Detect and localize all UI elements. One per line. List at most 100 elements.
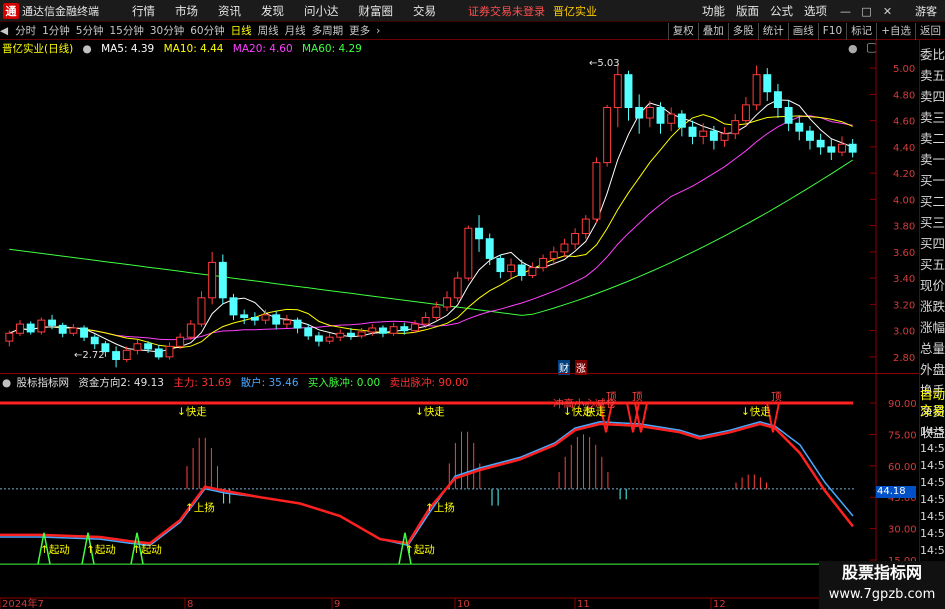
candle-body bbox=[496, 257, 505, 273]
side-item[interactable]: 委比 bbox=[920, 46, 945, 63]
side-item[interactable]: 卖二 bbox=[920, 130, 945, 147]
side-item[interactable]: 买三 bbox=[920, 214, 945, 231]
main-force-line bbox=[0, 422, 854, 545]
ma20-line bbox=[9, 115, 853, 341]
side-item[interactable]: 卖三 bbox=[920, 109, 945, 126]
price-axis-label: 3.40 bbox=[893, 274, 915, 285]
candle-body bbox=[613, 74, 622, 108]
candle-body bbox=[176, 336, 185, 347]
price-axis-label: 4.00 bbox=[893, 195, 915, 206]
price-axis-label: 3.00 bbox=[893, 327, 915, 338]
side-time: 14:56 bbox=[920, 442, 945, 455]
annotation-top: 顶 bbox=[632, 389, 643, 404]
price-axis-label: 4.20 bbox=[893, 169, 915, 180]
side-time: 14:56 bbox=[920, 544, 945, 557]
indicator-axis-label: 30.00 bbox=[888, 525, 917, 536]
candle-body bbox=[261, 314, 270, 321]
indicator-axis-label: 60.00 bbox=[888, 462, 917, 473]
candle-body bbox=[699, 130, 708, 137]
candle-body bbox=[453, 277, 462, 299]
candle-body bbox=[304, 327, 313, 337]
candle-body bbox=[165, 345, 174, 358]
side-item[interactable]: 卖四 bbox=[920, 88, 945, 105]
candle-body bbox=[325, 336, 334, 342]
candle-body bbox=[432, 306, 441, 318]
annotation-start: ↑起动 bbox=[86, 542, 116, 557]
candle-body bbox=[154, 348, 163, 358]
candle-body bbox=[560, 243, 569, 253]
price-axis-label: 5.00 bbox=[893, 64, 915, 75]
candle-body bbox=[48, 319, 57, 326]
side-item[interactable]: 买二 bbox=[920, 193, 945, 210]
date-axis-label: 8 bbox=[187, 599, 193, 609]
date-axis-label: 2024年7 bbox=[2, 597, 44, 609]
side-item[interactable]: 外盘 bbox=[920, 361, 945, 378]
side-item[interactable]: 买五 bbox=[920, 256, 945, 273]
candle-body bbox=[528, 267, 537, 276]
side-item[interactable]: 买四 bbox=[920, 235, 945, 252]
candle-body bbox=[357, 331, 366, 337]
watermark-url: www.7gpzb.com bbox=[828, 587, 936, 602]
side-item[interactable]: 现价 bbox=[920, 277, 945, 294]
side-item[interactable]: 涨幅 bbox=[920, 319, 945, 336]
candle-body bbox=[443, 297, 451, 308]
arrow-icon: ↑ bbox=[185, 502, 194, 514]
panel-divider bbox=[0, 373, 919, 374]
indicator-axis-label: 75.00 bbox=[888, 430, 917, 441]
side-item[interactable]: 卖五 bbox=[920, 67, 945, 84]
candle-body bbox=[741, 104, 750, 122]
candle-body bbox=[848, 143, 857, 153]
price-axis-label: 3.20 bbox=[893, 300, 915, 311]
side-item[interactable]: 自动 bbox=[920, 386, 945, 403]
candle-body bbox=[16, 323, 24, 334]
annotation-fast: ↓快走 bbox=[177, 404, 207, 419]
ma60-line bbox=[9, 159, 853, 316]
candle-body bbox=[571, 233, 580, 245]
candle-body bbox=[592, 162, 601, 220]
kline-chart[interactable]: 5.00 4.80 4.60 4.40 4.20 4.00 3.80 3.60 3.40 3.20… bbox=[0, 0, 945, 609]
date-axis-label: 11 bbox=[577, 599, 590, 609]
indicator-legend: ● 股标指标网 资金方向2: 49.13 主力: 31.69 散户: 35.46… bbox=[2, 375, 474, 390]
indicator-settings-icon[interactable]: ● bbox=[2, 377, 11, 389]
candle-body bbox=[144, 343, 153, 350]
annotation-fast: ↓快走 bbox=[415, 404, 445, 419]
annotation-text: 起动 bbox=[94, 544, 116, 556]
side-item[interactable]: 卖一 bbox=[920, 151, 945, 168]
side-item[interactable]: 涨跌 bbox=[920, 298, 945, 315]
annotation-text: 顶 bbox=[606, 391, 617, 403]
annotation-start: ↑起动 bbox=[405, 542, 435, 557]
candle-body bbox=[795, 122, 804, 132]
candle-body bbox=[240, 314, 249, 318]
side-time: 14:56 bbox=[920, 510, 945, 523]
annotation-top: 顶 bbox=[771, 389, 782, 404]
annotation-start: ↑起动 bbox=[40, 542, 70, 557]
annotation-text: 起动 bbox=[140, 544, 162, 556]
annotation-text: 上扬 bbox=[193, 502, 215, 514]
arrow-icon: ↑ bbox=[40, 544, 49, 556]
candle-body bbox=[282, 319, 291, 325]
candle-body bbox=[624, 74, 633, 108]
arrow-icon: ↑ bbox=[425, 502, 434, 514]
candle-body bbox=[122, 349, 131, 360]
side-item[interactable]: 总量 bbox=[920, 340, 945, 357]
side-item[interactable]: 交易 bbox=[920, 402, 945, 419]
candle-body bbox=[709, 130, 718, 141]
candle-body bbox=[688, 126, 697, 137]
candle-body bbox=[186, 323, 195, 338]
candle-body bbox=[37, 319, 46, 333]
annotation-start: ↑起动 bbox=[132, 542, 162, 557]
candle-body bbox=[635, 107, 644, 119]
side-item[interactable]: 买一 bbox=[920, 172, 945, 189]
candle-body bbox=[752, 74, 761, 106]
candle-body bbox=[421, 317, 430, 325]
price-axis-label: 2.80 bbox=[893, 353, 915, 364]
candle-body bbox=[485, 238, 494, 259]
legend-main-force: 主力: 31.69 bbox=[173, 377, 232, 389]
side-time: 14:56 bbox=[920, 476, 945, 489]
annotation-top: 顶 bbox=[606, 389, 617, 404]
arrow-icon: ↑ bbox=[86, 544, 95, 556]
annotation-text: 快走 bbox=[185, 406, 207, 418]
legend-sell-pulse: 卖出脉冲: 90.00 bbox=[389, 377, 469, 389]
candle-body bbox=[378, 327, 387, 334]
arrow-icon: ↓ bbox=[415, 406, 424, 418]
